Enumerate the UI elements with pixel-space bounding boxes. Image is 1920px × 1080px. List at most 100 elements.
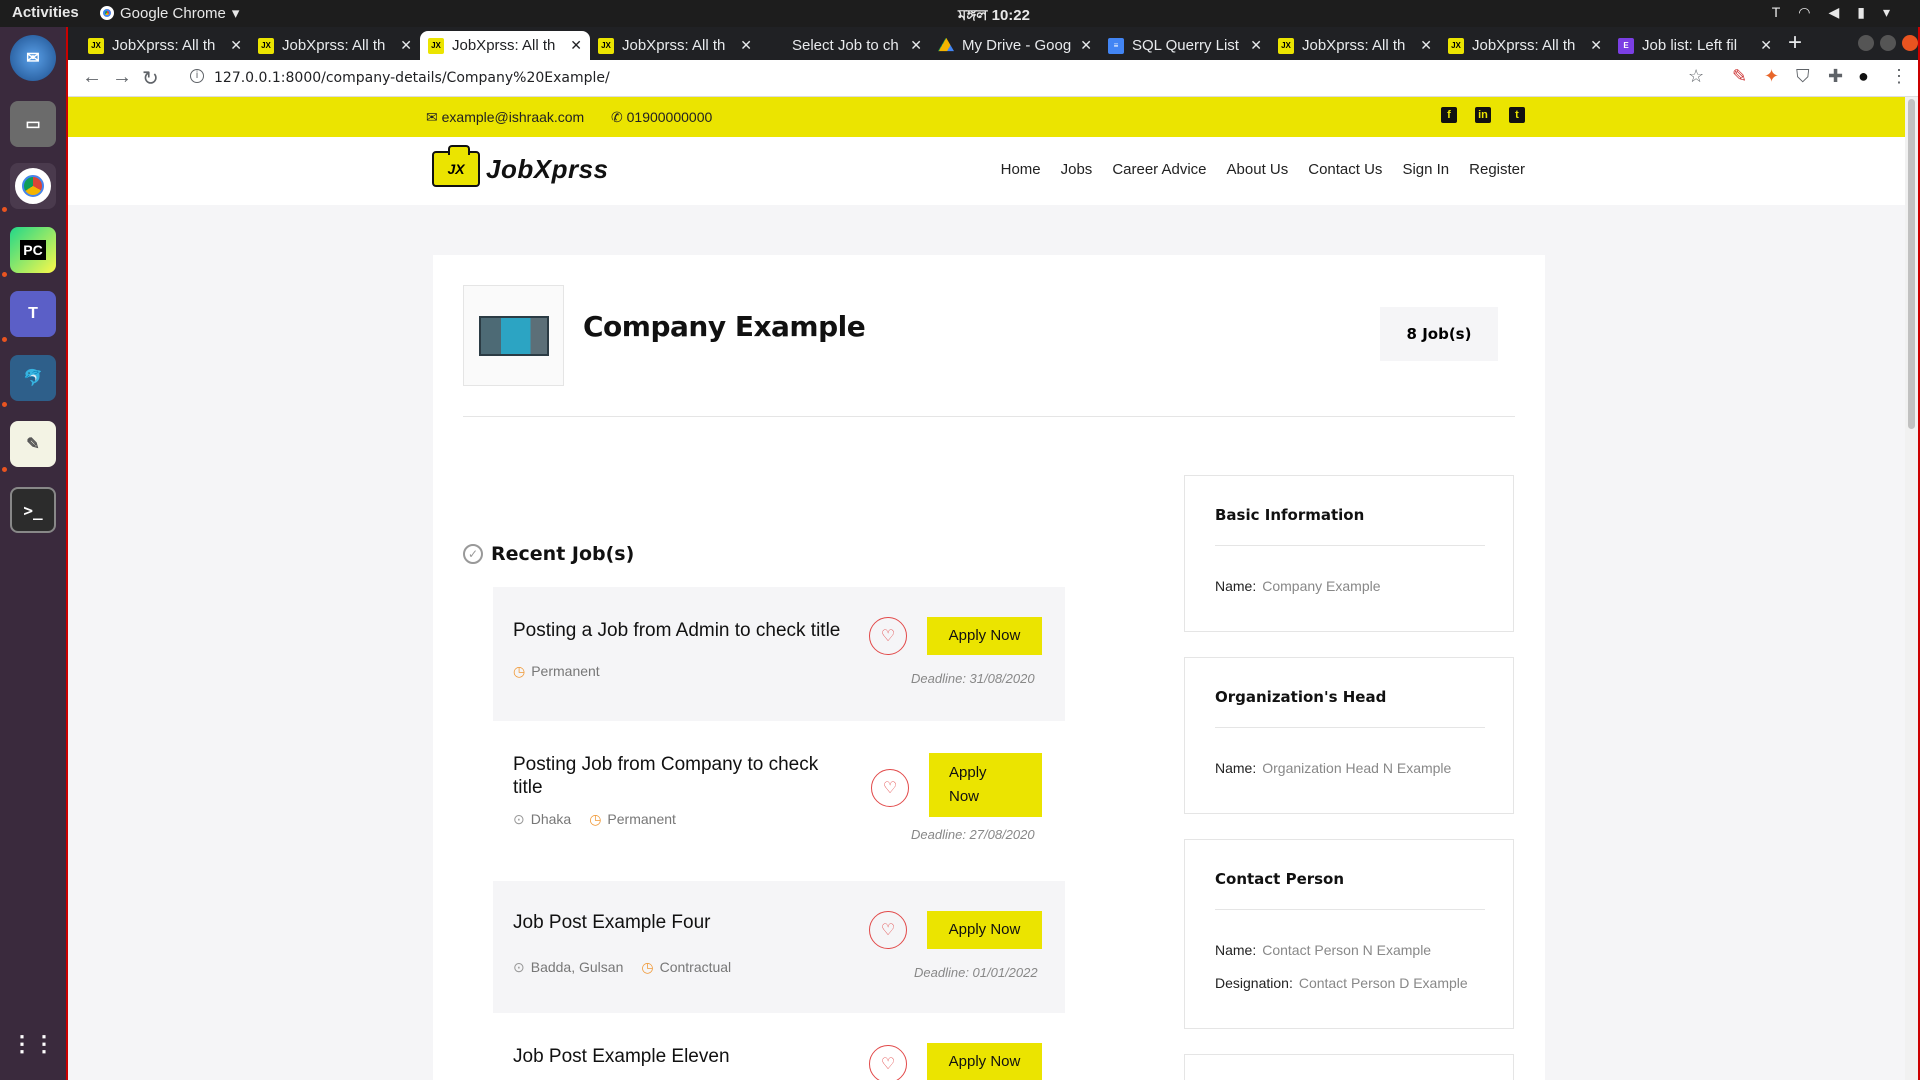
extension-icon[interactable]: ✦ xyxy=(1764,66,1779,87)
close-icon[interactable]: ✕ xyxy=(740,37,752,54)
tab-strip: JX JobXprss: All th ✕ JX JobXprss: All t… xyxy=(68,27,1918,60)
minimize-icon[interactable] xyxy=(1858,35,1874,51)
close-icon[interactable]: ✕ xyxy=(400,37,412,54)
scrollbar-thumb[interactable] xyxy=(1908,99,1915,429)
location-pin-icon: ⊙ xyxy=(513,959,525,975)
menu-about-us[interactable]: About Us xyxy=(1227,161,1289,178)
teams-icon[interactable]: T xyxy=(10,291,56,337)
heart-icon[interactable]: ♡ xyxy=(869,911,907,949)
job-title[interactable]: Posting Job from Company to check title xyxy=(513,753,853,799)
tab-active[interactable]: JX JobXprss: All th ✕ xyxy=(420,31,590,60)
tab-title: JobXprss: All th xyxy=(282,37,386,54)
profile-avatar[interactable]: ● xyxy=(1858,66,1869,87)
menu-contact-us[interactable]: Contact Us xyxy=(1308,161,1382,178)
tab[interactable]: JX JobXprss: All th ✕ xyxy=(1440,31,1610,60)
e-favicon: E xyxy=(1618,37,1634,54)
info-label: Name: xyxy=(1215,578,1257,594)
address-bar[interactable]: i 127.0.0.1:8000/company-details/Company… xyxy=(178,65,1758,92)
job-title[interactable]: Job Post Example Eleven xyxy=(513,1045,730,1068)
page-scrollbar[interactable] xyxy=(1905,97,1918,1080)
running-indicator xyxy=(2,207,7,212)
job-title[interactable]: Job Post Example Four xyxy=(513,911,710,934)
bookmark-star-icon[interactable]: ☆ xyxy=(1688,66,1704,87)
tab[interactable]: E Job list: Left fil ✕ xyxy=(1610,31,1780,60)
close-icon[interactable]: ✕ xyxy=(910,37,922,54)
tab[interactable]: My Drive - Goog ✕ xyxy=(930,31,1100,60)
close-icon[interactable]: ✕ xyxy=(1420,37,1432,54)
company-logo-image xyxy=(478,315,549,356)
job-location: ⊙ Badda, Gulsan xyxy=(513,959,623,976)
close-icon[interactable]: ✕ xyxy=(1760,37,1772,54)
menu-career-advice[interactable]: Career Advice xyxy=(1112,161,1206,178)
back-icon[interactable]: ← xyxy=(82,66,102,89)
linkedin-icon[interactable]: in xyxy=(1475,107,1491,123)
tab[interactable]: JX JobXprss: All th ✕ xyxy=(1270,31,1440,60)
menu-icon[interactable]: ⋮ xyxy=(1890,66,1908,87)
forward-icon[interactable]: → xyxy=(112,66,132,89)
phone-contact[interactable]: ✆ 01900000000 xyxy=(611,109,712,126)
job-title[interactable]: Posting a Job from Admin to check title xyxy=(513,619,840,642)
tab[interactable]: JX JobXprss: All th ✕ xyxy=(250,31,420,60)
site-info-icon[interactable]: i xyxy=(190,69,204,83)
toolbar: ← → ↻ i 127.0.0.1:8000/company-details/C… xyxy=(68,60,1918,97)
jobxprss-favicon: JX xyxy=(1278,37,1294,54)
close-icon[interactable]: ✕ xyxy=(1080,37,1092,54)
tab[interactable]: ≡ SQL Querry List ✕ xyxy=(1100,31,1270,60)
clock[interactable]: মঙ্গল 10:22 xyxy=(958,4,1030,29)
tab-title: My Drive - Goog xyxy=(962,37,1072,54)
tab[interactable]: JX JobXprss: All th ✕ xyxy=(80,31,250,60)
chrome-dock-icon[interactable] xyxy=(10,163,56,209)
apply-now-button[interactable]: Apply Now xyxy=(927,1043,1042,1080)
info-row: Designation: Contact Person D Example xyxy=(1215,975,1468,991)
recent-jobs-title: Recent Job(s) xyxy=(491,543,635,565)
close-icon[interactable]: ✕ xyxy=(230,37,242,54)
activities-button[interactable]: Activities xyxy=(12,4,79,21)
close-icon[interactable]: ✕ xyxy=(570,37,582,54)
facebook-icon[interactable]: f xyxy=(1441,107,1457,123)
job-item: Posting Job from Company to check title … xyxy=(493,721,1065,879)
new-tab-icon[interactable]: + xyxy=(1788,29,1802,57)
apply-now-button[interactable]: Apply Now xyxy=(927,911,1042,949)
menu-home[interactable]: Home xyxy=(1001,161,1041,178)
mysql-workbench-icon[interactable]: 🐬 xyxy=(10,355,56,401)
extension-icon[interactable]: ✎ xyxy=(1732,66,1747,87)
close-icon[interactable]: ✕ xyxy=(1590,37,1602,54)
maximize-icon[interactable] xyxy=(1880,35,1896,51)
job-deadline: Deadline: 27/08/2020 xyxy=(911,827,1035,842)
info-row: Name: Contact Person N Example xyxy=(1215,942,1431,958)
apply-now-button[interactable]: Apply Now xyxy=(927,617,1042,655)
company-name: Company Example xyxy=(583,310,866,343)
heart-icon[interactable]: ♡ xyxy=(869,1045,907,1080)
tab-title: JobXprss: All th xyxy=(452,37,556,54)
pycharm-icon[interactable]: PC xyxy=(10,227,56,273)
heart-icon[interactable]: ♡ xyxy=(871,769,909,807)
apply-now-button[interactable]: Apply Now xyxy=(929,753,1042,817)
app-menu[interactable]: Google Chrome ▾ xyxy=(100,4,239,22)
job-item: Job Post Example Four ⊙ Badda, Gulsan ◷ Co… xyxy=(493,881,1065,1013)
thunderbird-icon[interactable]: ✉ xyxy=(10,35,56,81)
menu-sign-in[interactable]: Sign In xyxy=(1402,161,1449,178)
tab[interactable]: Select Job to ch ✕ xyxy=(760,31,930,60)
email-contact[interactable]: ✉ example@ishraak.com xyxy=(426,109,584,126)
info-row: Name: Organization Head N Example xyxy=(1215,760,1451,776)
menu-register[interactable]: Register xyxy=(1469,161,1525,178)
puzzle-icon[interactable]: ✚ xyxy=(1828,66,1843,87)
heart-icon[interactable]: ♡ xyxy=(869,617,907,655)
reload-icon[interactable]: ↻ xyxy=(142,66,159,91)
dock: ✉ ▭ PC T 🐬 ✎ >_ ⋮⋮ xyxy=(0,27,66,1080)
text-editor-icon[interactable]: ✎ xyxy=(10,421,56,467)
terminal-icon[interactable]: >_ xyxy=(10,487,56,533)
tab-title: Job list: Left fil xyxy=(1642,37,1738,54)
window-close-icon[interactable] xyxy=(1902,35,1918,51)
system-tray[interactable]: T ◠ ◀ ▮ ▾ xyxy=(1772,4,1890,21)
site-logo[interactable]: JX JobXprss xyxy=(432,145,609,187)
shield-icon[interactable]: ⛉ xyxy=(1796,66,1810,87)
files-icon[interactable]: ▭ xyxy=(10,101,56,147)
top-info-bar: ✉ example@ishraak.com ✆ 01900000000 f in… xyxy=(68,97,1905,137)
menu-jobs[interactable]: Jobs xyxy=(1061,161,1093,178)
show-applications-icon[interactable]: ⋮⋮ xyxy=(10,1021,56,1067)
tab-title: Select Job to ch xyxy=(792,37,899,54)
twitter-icon[interactable]: t xyxy=(1509,107,1525,123)
close-icon[interactable]: ✕ xyxy=(1250,37,1262,54)
tab[interactable]: JX JobXprss: All th ✕ xyxy=(590,31,760,60)
